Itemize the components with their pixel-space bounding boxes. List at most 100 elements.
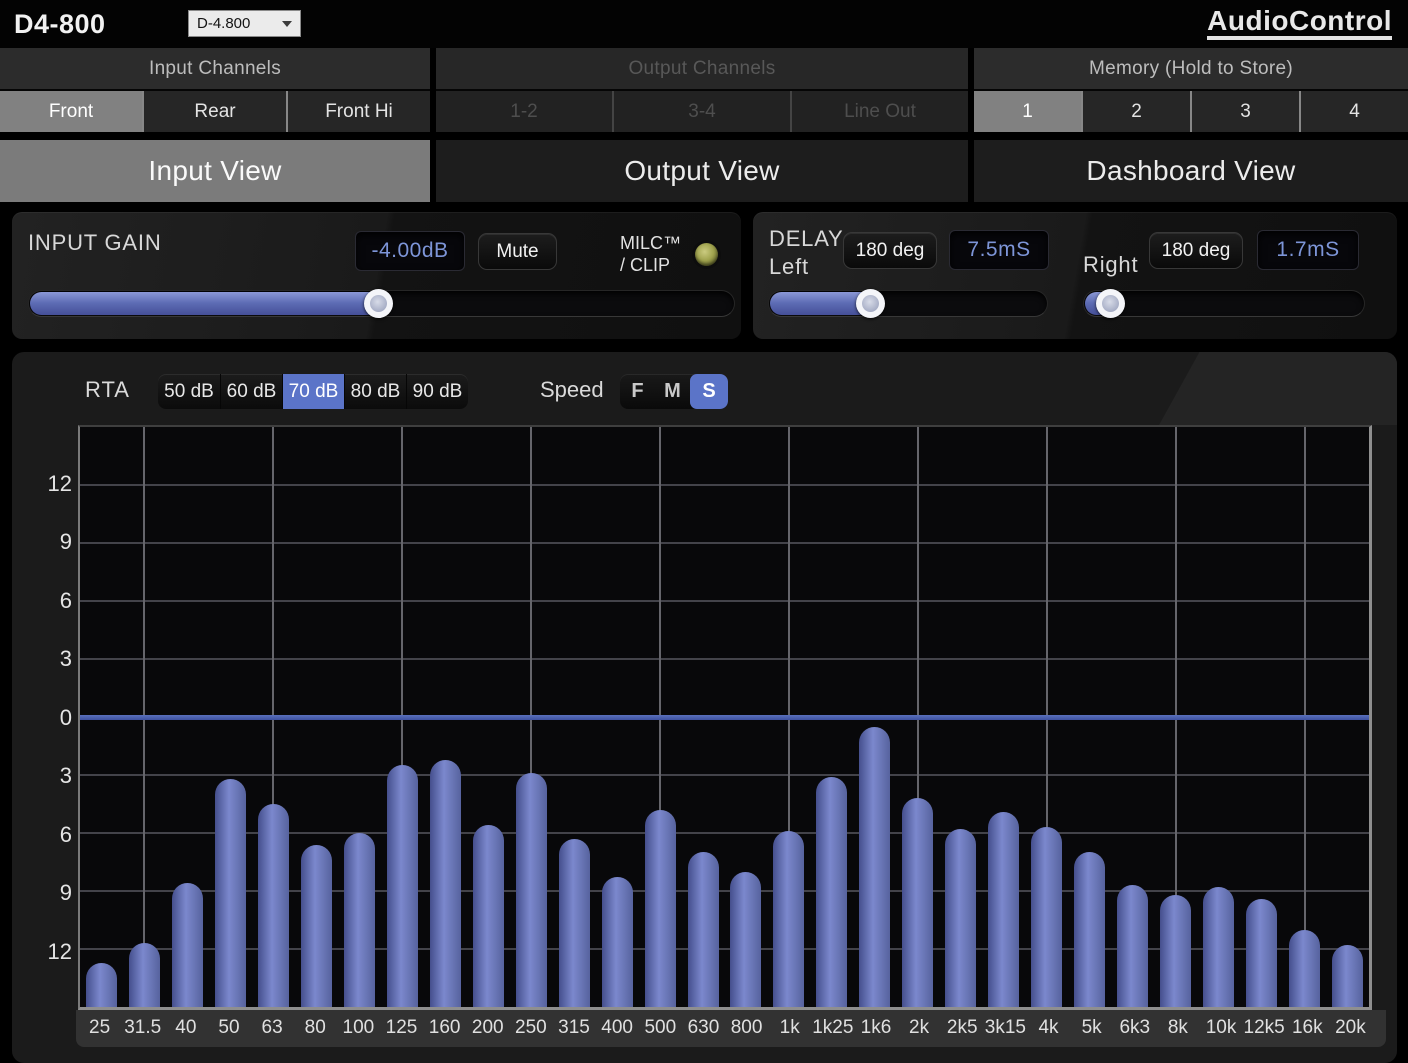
y-axis-tick-label: 9	[32, 529, 72, 555]
rta-bar	[1289, 930, 1320, 1007]
rta-bar	[1332, 945, 1363, 1007]
view-tabs: Input View Output View Dashboard View	[0, 140, 1408, 202]
y-axis-tick-label: 6	[32, 588, 72, 614]
delay-title: DELAY	[769, 226, 844, 252]
delay-right-label: Right	[1083, 252, 1138, 278]
rta-speed-fast-button[interactable]: F	[620, 374, 655, 409]
delay-left-slider[interactable]	[768, 290, 1048, 317]
rta-bar	[816, 777, 847, 1007]
rta-label: RTA	[85, 377, 130, 403]
rta-speed-group: F M S	[620, 374, 728, 409]
slider-track	[1083, 290, 1365, 317]
device-select-value: D-4.800	[197, 15, 282, 32]
input-gain-title: INPUT GAIN	[28, 230, 162, 256]
delay-panel: DELAY Left 180 deg 7.5mS Right 180 deg 1…	[753, 212, 1397, 339]
input-channel-rear-button[interactable]: Rear	[142, 91, 286, 132]
delay-left-phase-button[interactable]: 180 deg	[843, 232, 937, 269]
rta-bar	[1160, 895, 1191, 1007]
panels-row: INPUT GAIN -4.00dB Mute MILC™ / CLIP DEL…	[12, 212, 1397, 339]
app-window: { "header": { "title": "D4-800", "device…	[0, 0, 1408, 1063]
brand-logo: AudioControl	[1207, 6, 1392, 40]
input-gain-panel: INPUT GAIN -4.00dB Mute MILC™ / CLIP	[12, 212, 741, 339]
slider-thumb[interactable]	[364, 289, 393, 318]
tab-input-view[interactable]: Input View	[0, 140, 430, 202]
y-axis-tick-label: 9	[32, 880, 72, 906]
rta-bar	[129, 943, 160, 1007]
delay-left-label: Left	[769, 254, 809, 280]
rta-90db-button[interactable]: 90 dB	[406, 374, 468, 409]
zero-db-line	[80, 715, 1369, 720]
rta-80db-button[interactable]: 80 dB	[344, 374, 406, 409]
input-channels-header: Input Channels	[0, 48, 430, 89]
rta-bar	[559, 839, 590, 1007]
memory-1-button[interactable]: 1	[974, 91, 1081, 132]
rta-speed-label: Speed	[540, 377, 604, 403]
input-channels-group: Input Channels Front Rear Front Hi	[0, 48, 430, 132]
top-bar: D4-800 D-4.800 AudioControl	[0, 0, 1408, 48]
y-axis-tick-label: 6	[32, 822, 72, 848]
memory-2-button[interactable]: 2	[1081, 91, 1190, 132]
slider-thumb[interactable]	[856, 289, 885, 318]
rta-speed-medium-button[interactable]: M	[655, 374, 690, 409]
slider-thumb[interactable]	[1096, 289, 1125, 318]
rta-bar	[688, 852, 719, 1007]
rta-bar	[215, 779, 246, 1007]
rta-70db-button[interactable]: 70 dB	[282, 374, 344, 409]
mute-button[interactable]: Mute	[478, 233, 557, 270]
delay-right-value: 1.7mS	[1257, 230, 1359, 270]
output-channel-line-out-button[interactable]: Line Out	[790, 91, 968, 132]
output-channels-group: Output Channels 1-2 3-4 Line Out	[436, 48, 968, 132]
input-channel-front-button[interactable]: Front	[0, 91, 142, 132]
milc-clip-label: MILC™ / CLIP	[620, 232, 681, 276]
device-select[interactable]: D-4.800	[188, 10, 301, 37]
output-channels-header: Output Channels	[436, 48, 968, 89]
tab-output-view[interactable]: Output View	[436, 140, 968, 202]
rta-bar	[902, 798, 933, 1007]
rta-bar	[773, 831, 804, 1007]
memory-3-button[interactable]: 3	[1190, 91, 1299, 132]
y-axis-tick-label: 3	[32, 763, 72, 789]
rta-bar	[301, 845, 332, 1007]
delay-right-slider[interactable]	[1083, 290, 1365, 317]
rta-60db-button[interactable]: 60 dB	[220, 374, 282, 409]
delay-right-phase-button[interactable]: 180 deg	[1149, 232, 1243, 269]
x-axis-tick-label: 20k	[1318, 1017, 1382, 1039]
delay-left-value: 7.5mS	[949, 230, 1049, 270]
output-channel-3-4-button[interactable]: 3-4	[612, 91, 790, 132]
rta-speed-slow-button[interactable]: S	[690, 374, 728, 409]
chevron-down-icon	[282, 21, 292, 27]
rta-x-axis-strip: 2531.54050638010012516020025031540050063…	[76, 1010, 1386, 1047]
rta-bar	[473, 825, 504, 1007]
memory-group: Memory (Hold to Store) 1 2 3 4	[974, 48, 1408, 132]
channel-groups-row: Input Channels Front Rear Front Hi Outpu…	[0, 48, 1408, 132]
rta-bar	[645, 810, 676, 1007]
rta-bar	[1117, 885, 1148, 1007]
rta-50db-button[interactable]: 50 dB	[158, 374, 220, 409]
y-axis-tick-label: 12	[32, 471, 72, 497]
rta-bar	[730, 872, 761, 1007]
rta-bar	[86, 963, 117, 1007]
input-gain-value: -4.00dB	[355, 231, 465, 271]
rta-bar	[1031, 827, 1062, 1007]
rta-bar	[172, 883, 203, 1007]
milc-line1: MILC™	[620, 232, 681, 254]
tab-dashboard-view[interactable]: Dashboard View	[974, 140, 1408, 202]
memory-4-button[interactable]: 4	[1299, 91, 1408, 132]
rta-bar	[945, 829, 976, 1007]
slider-fill	[30, 292, 380, 315]
y-axis-tick-label: 0	[32, 705, 72, 731]
rta-panel: RTA 50 dB 60 dB 70 dB 80 dB 90 dB Speed …	[12, 352, 1397, 1063]
memory-header: Memory (Hold to Store)	[974, 48, 1408, 89]
milc-line2: / CLIP	[620, 254, 681, 276]
output-channel-1-2-button[interactable]: 1-2	[436, 91, 612, 132]
input-channel-front-hi-button[interactable]: Front Hi	[286, 91, 430, 132]
rta-bar	[859, 727, 890, 1007]
input-gain-slider[interactable]	[28, 290, 735, 317]
y-axis-tick-label: 12	[32, 939, 72, 965]
rta-bar	[258, 804, 289, 1007]
y-axis-tick-label: 3	[32, 646, 72, 672]
rta-bar	[516, 773, 547, 1007]
rta-bar	[344, 833, 375, 1007]
milc-clip-led-indicator	[695, 243, 718, 266]
rta-bar	[988, 812, 1019, 1007]
